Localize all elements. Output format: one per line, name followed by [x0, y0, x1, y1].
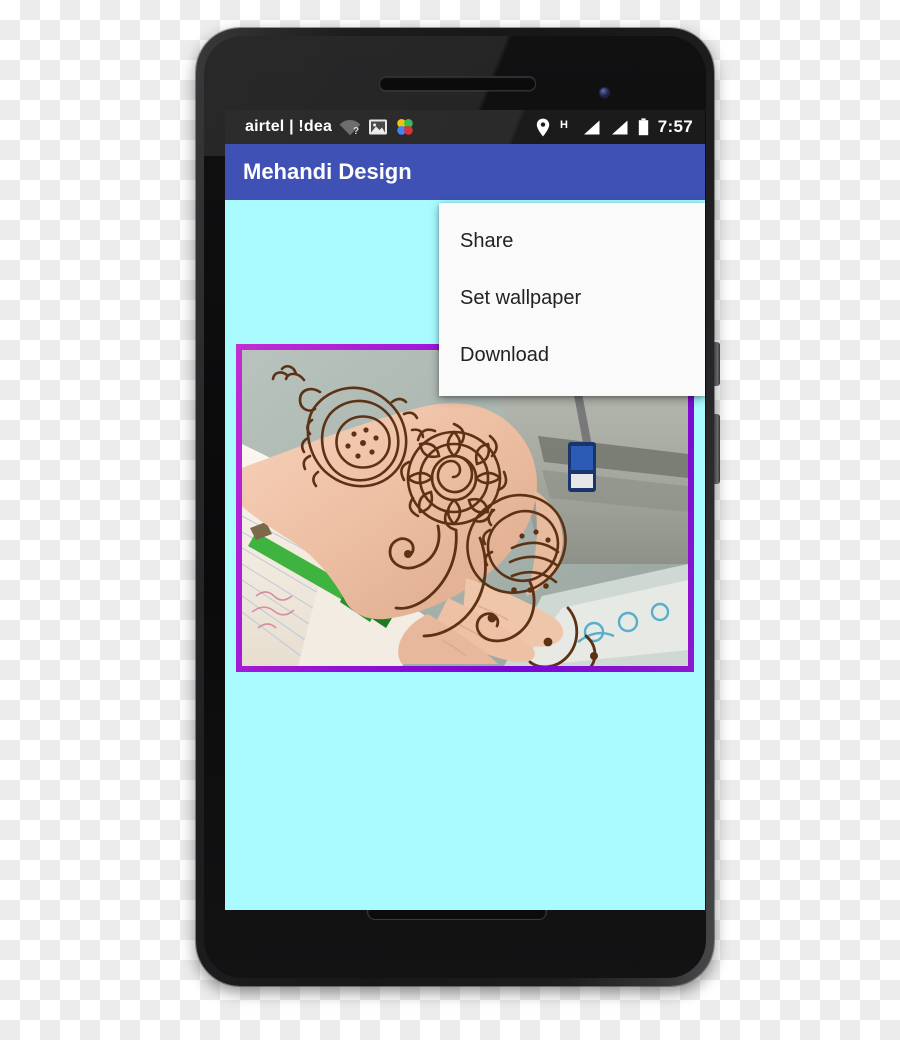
battery-icon	[638, 118, 649, 136]
front-camera-icon	[600, 88, 609, 97]
menu-item-set-wallpaper[interactable]: Set wallpaper	[439, 270, 705, 327]
clock-label: 7:57	[657, 117, 693, 136]
four-color-flower-icon	[395, 117, 415, 137]
main-content: Share Set wallpaper Download	[225, 200, 705, 910]
earpiece-speaker-icon	[379, 76, 536, 91]
menu-item-download-label: Download	[460, 344, 549, 366]
carrier-label: airtel | !dea	[245, 118, 333, 135]
hspa-icon: H	[559, 118, 573, 136]
wifi-question-icon: ?	[339, 118, 361, 137]
svg-text:?: ?	[353, 126, 359, 136]
menu-item-share-label: Share	[460, 230, 514, 252]
phone-screen: airtel | !dea ? H 7:57 Mehandi Design Sh…	[225, 110, 705, 910]
power-button[interactable]	[714, 342, 720, 386]
android-smartphone: airtel | !dea ? H 7:57 Mehandi Design Sh…	[196, 28, 714, 986]
phone-front-glass: airtel | !dea ? H 7:57 Mehandi Design Sh…	[204, 36, 706, 978]
status-bar-left-group: airtel | !dea ?	[225, 117, 415, 137]
mehandi-design-photo[interactable]	[242, 350, 688, 666]
page-title: Mehandi Design	[243, 159, 412, 184]
volume-button[interactable]	[714, 414, 720, 484]
app-bar: Mehandi Design	[225, 144, 705, 200]
signal-bars-icon-2	[610, 119, 629, 136]
menu-item-download[interactable]: Download	[439, 327, 705, 384]
overflow-menu[interactable]: Share Set wallpaper Download	[439, 203, 705, 396]
menu-item-set-wallpaper-label: Set wallpaper	[460, 287, 582, 309]
mehandi-photo-artwork	[242, 350, 688, 666]
location-pin-icon	[536, 118, 550, 137]
signal-bars-icon-1	[582, 119, 601, 136]
status-bar: airtel | !dea ? H 7:57	[225, 110, 705, 144]
image-icon	[368, 118, 388, 136]
status-bar-right-group: H 7:57	[536, 117, 705, 137]
svg-text:H: H	[560, 119, 568, 131]
menu-item-share[interactable]: Share	[439, 213, 705, 270]
